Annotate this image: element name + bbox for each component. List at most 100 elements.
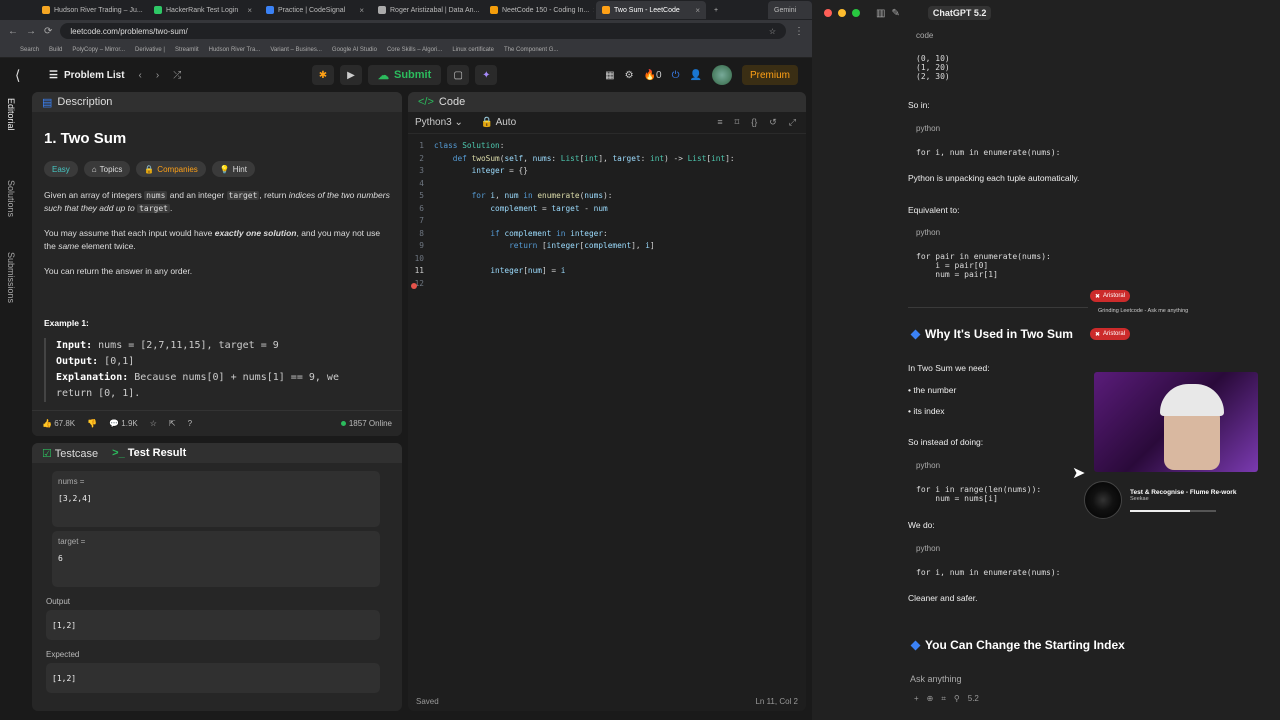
streak-icon[interactable]: 🔥0 <box>644 70 662 81</box>
attach-icon[interactable]: ⌗ <box>941 694 946 704</box>
code-status-bar: Saved Ln 11, Col 2 <box>408 691 806 711</box>
bookmark[interactable]: Hudson River Tra... <box>209 47 261 53</box>
fullscreen-icon[interactable]: ⤢ <box>789 117 796 128</box>
like-button[interactable]: 👍 67.8K <box>42 419 75 428</box>
bookmark[interactable]: Linux certificate <box>452 47 494 53</box>
tab-gemini[interactable]: Gemini <box>768 1 812 19</box>
power-icon[interactable]: ⏻ <box>672 70 680 81</box>
model-selector[interactable]: ChatGPT 5.2 <box>927 6 992 20</box>
close-icon[interactable]: × <box>695 6 700 15</box>
avatar[interactable] <box>711 65 732 85</box>
code-lang-label: python <box>916 544 941 553</box>
streamer-beanie <box>1160 384 1224 416</box>
tab-neetcode[interactable]: NeetCode 150 - Coding In...× <box>484 1 594 19</box>
dislike-icon[interactable]: 👎 <box>87 419 97 428</box>
reload-icon[interactable]: ⟳ <box>44 26 52 37</box>
notes-icon[interactable]: ▢ <box>447 65 470 85</box>
code-icon: </> <box>418 96 434 108</box>
maximize-window-icon[interactable] <box>852 9 860 17</box>
close-window-icon[interactable] <box>824 9 832 17</box>
description-tab[interactable]: ▤ Description <box>32 92 402 112</box>
code-tab[interactable]: </> Code <box>408 92 806 112</box>
bookmark-icon[interactable]: ⌑ <box>735 117 740 128</box>
testcase-panel: ☑ Testcase >_ Test Result nums = [3,2,4]… <box>32 443 402 711</box>
topics-chip[interactable]: ⌂ Topics <box>83 161 131 177</box>
code-block: (0, 10) (1, 20) (2, 30) <box>916 54 950 81</box>
next-problem-icon[interactable]: › <box>156 70 159 81</box>
close-icon[interactable]: × <box>593 6 594 15</box>
model-tag[interactable]: 5.2 <box>968 694 979 704</box>
bookmark[interactable]: Core Skills – Algori... <box>387 47 442 53</box>
bookmark[interactable]: Google AI Studio <box>332 47 377 53</box>
code-lang-label: code <box>916 31 934 40</box>
language-select[interactable]: Python3 ⌄ <box>415 117 463 128</box>
hint-chip[interactable]: 💡 Hint <box>211 161 255 177</box>
favorite-icon[interactable]: ☆ <box>150 419 157 428</box>
forward-icon[interactable]: → <box>26 26 36 37</box>
bookmark[interactable]: Build <box>49 47 62 53</box>
chat-input[interactable]: Ask anything + ⊕ ⌗ ⚲ 5.2 <box>900 666 1280 716</box>
auto-toggle[interactable]: 🔒 Auto <box>481 117 516 128</box>
companies-chip[interactable]: 🔒 Companies <box>136 161 206 177</box>
chevron-down-icon: ⌄ <box>454 117 463 128</box>
sidebar-toggle-icon[interactable]: ▥ <box>876 8 885 19</box>
tab-hackerrank[interactable]: HackerRank Test Login × <box>148 1 258 19</box>
chat-text: Python is unpacking each tuple automatic… <box>908 173 1080 183</box>
layout-icon[interactable]: ▦ <box>605 70 614 81</box>
expected-value: [1,2] <box>46 663 380 693</box>
song-progress-fill <box>1130 509 1191 512</box>
cursor-position: Ln 11, Col 2 <box>755 696 798 706</box>
ask-input[interactable]: Ask anything <box>910 674 1280 684</box>
tab-roger[interactable]: Roger Aristizabal | Data An...× <box>372 1 482 19</box>
back-icon[interactable]: ← <box>8 26 18 37</box>
leetcode-logo-icon[interactable]: ⟨ <box>15 68 29 82</box>
premium-button[interactable]: Premium <box>741 65 798 85</box>
minimize-window-icon[interactable] <box>838 9 846 17</box>
close-icon[interactable]: × <box>247 6 252 15</box>
debug-icon[interactable]: ✱ <box>312 65 334 85</box>
problem-title[interactable]: 1. Two Sum <box>44 130 402 147</box>
prev-problem-icon[interactable]: ‹ <box>139 70 142 81</box>
help-icon[interactable]: ? <box>188 419 192 428</box>
bookmark[interactable]: PolyCopy – Mirror... <box>72 47 125 53</box>
rail-solutions[interactable]: Solutions <box>6 180 16 217</box>
extensions-icon[interactable]: ⋮ <box>794 26 804 37</box>
comments-button[interactable]: 💬 1.9K <box>109 419 138 428</box>
plus-icon[interactable]: + <box>914 694 919 704</box>
tab-hrt[interactable]: Hudson River Trading – Ju...× <box>36 1 146 19</box>
bookmark[interactable]: Variant – Busines... <box>270 47 322 53</box>
close-icon[interactable]: × <box>359 6 364 15</box>
run-button[interactable]: ▶ <box>340 65 362 85</box>
submit-button[interactable]: ☁ Submit <box>368 65 442 85</box>
tab-test-result[interactable]: >_ Test Result <box>112 447 186 459</box>
settings-icon[interactable]: ⚙ <box>625 70 634 81</box>
code-editor[interactable]: 1 class Solution: 2 def twoSum(self, nums… <box>408 134 806 290</box>
breakpoint-icon[interactable] <box>411 283 417 289</box>
new-chat-icon[interactable]: ✎ <box>891 8 899 19</box>
chat-text: Equivalent to: <box>908 205 960 215</box>
tab-two-sum[interactable]: Two Sum - LeetCode × <box>596 1 706 19</box>
rail-editorial[interactable]: Editorial <box>6 98 16 131</box>
bookmark[interactable]: The Component G... <box>504 47 558 53</box>
reset-icon[interactable]: ↺ <box>769 117 777 128</box>
star-icon[interactable]: ☆ <box>769 27 776 36</box>
list-icon: ☰ <box>49 69 58 81</box>
tools-icon[interactable]: ⚲ <box>954 694 960 704</box>
globe-icon[interactable]: ⊕ <box>927 694 934 704</box>
tab-codesignal[interactable]: Practice | CodeSignal × <box>260 1 370 19</box>
ai-icon[interactable]: ✦ <box>475 65 498 85</box>
bookmark[interactable]: Search <box>20 47 39 53</box>
share-icon[interactable]: ⇱ <box>169 419 176 428</box>
new-tab-button[interactable]: + <box>708 1 728 19</box>
braces-icon[interactable]: {} <box>751 117 757 128</box>
problem-list-button[interactable]: ☰ Problem List <box>49 70 125 81</box>
bookmark[interactable]: Derivative | <box>135 47 165 53</box>
format-icon[interactable]: ≡ <box>717 117 722 128</box>
add-friend-icon[interactable]: 👤 <box>690 70 702 81</box>
bookmark[interactable]: Streamlit <box>175 47 199 53</box>
rail-submissions[interactable]: Submissions <box>6 252 16 303</box>
address-input[interactable]: leetcode.com/problems/two-sum/☆ <box>60 23 786 39</box>
terminal-icon: >_ <box>112 447 125 459</box>
tab-testcase[interactable]: ☑ Testcase <box>42 447 98 460</box>
shuffle-icon[interactable]: ⤮ <box>173 70 181 81</box>
